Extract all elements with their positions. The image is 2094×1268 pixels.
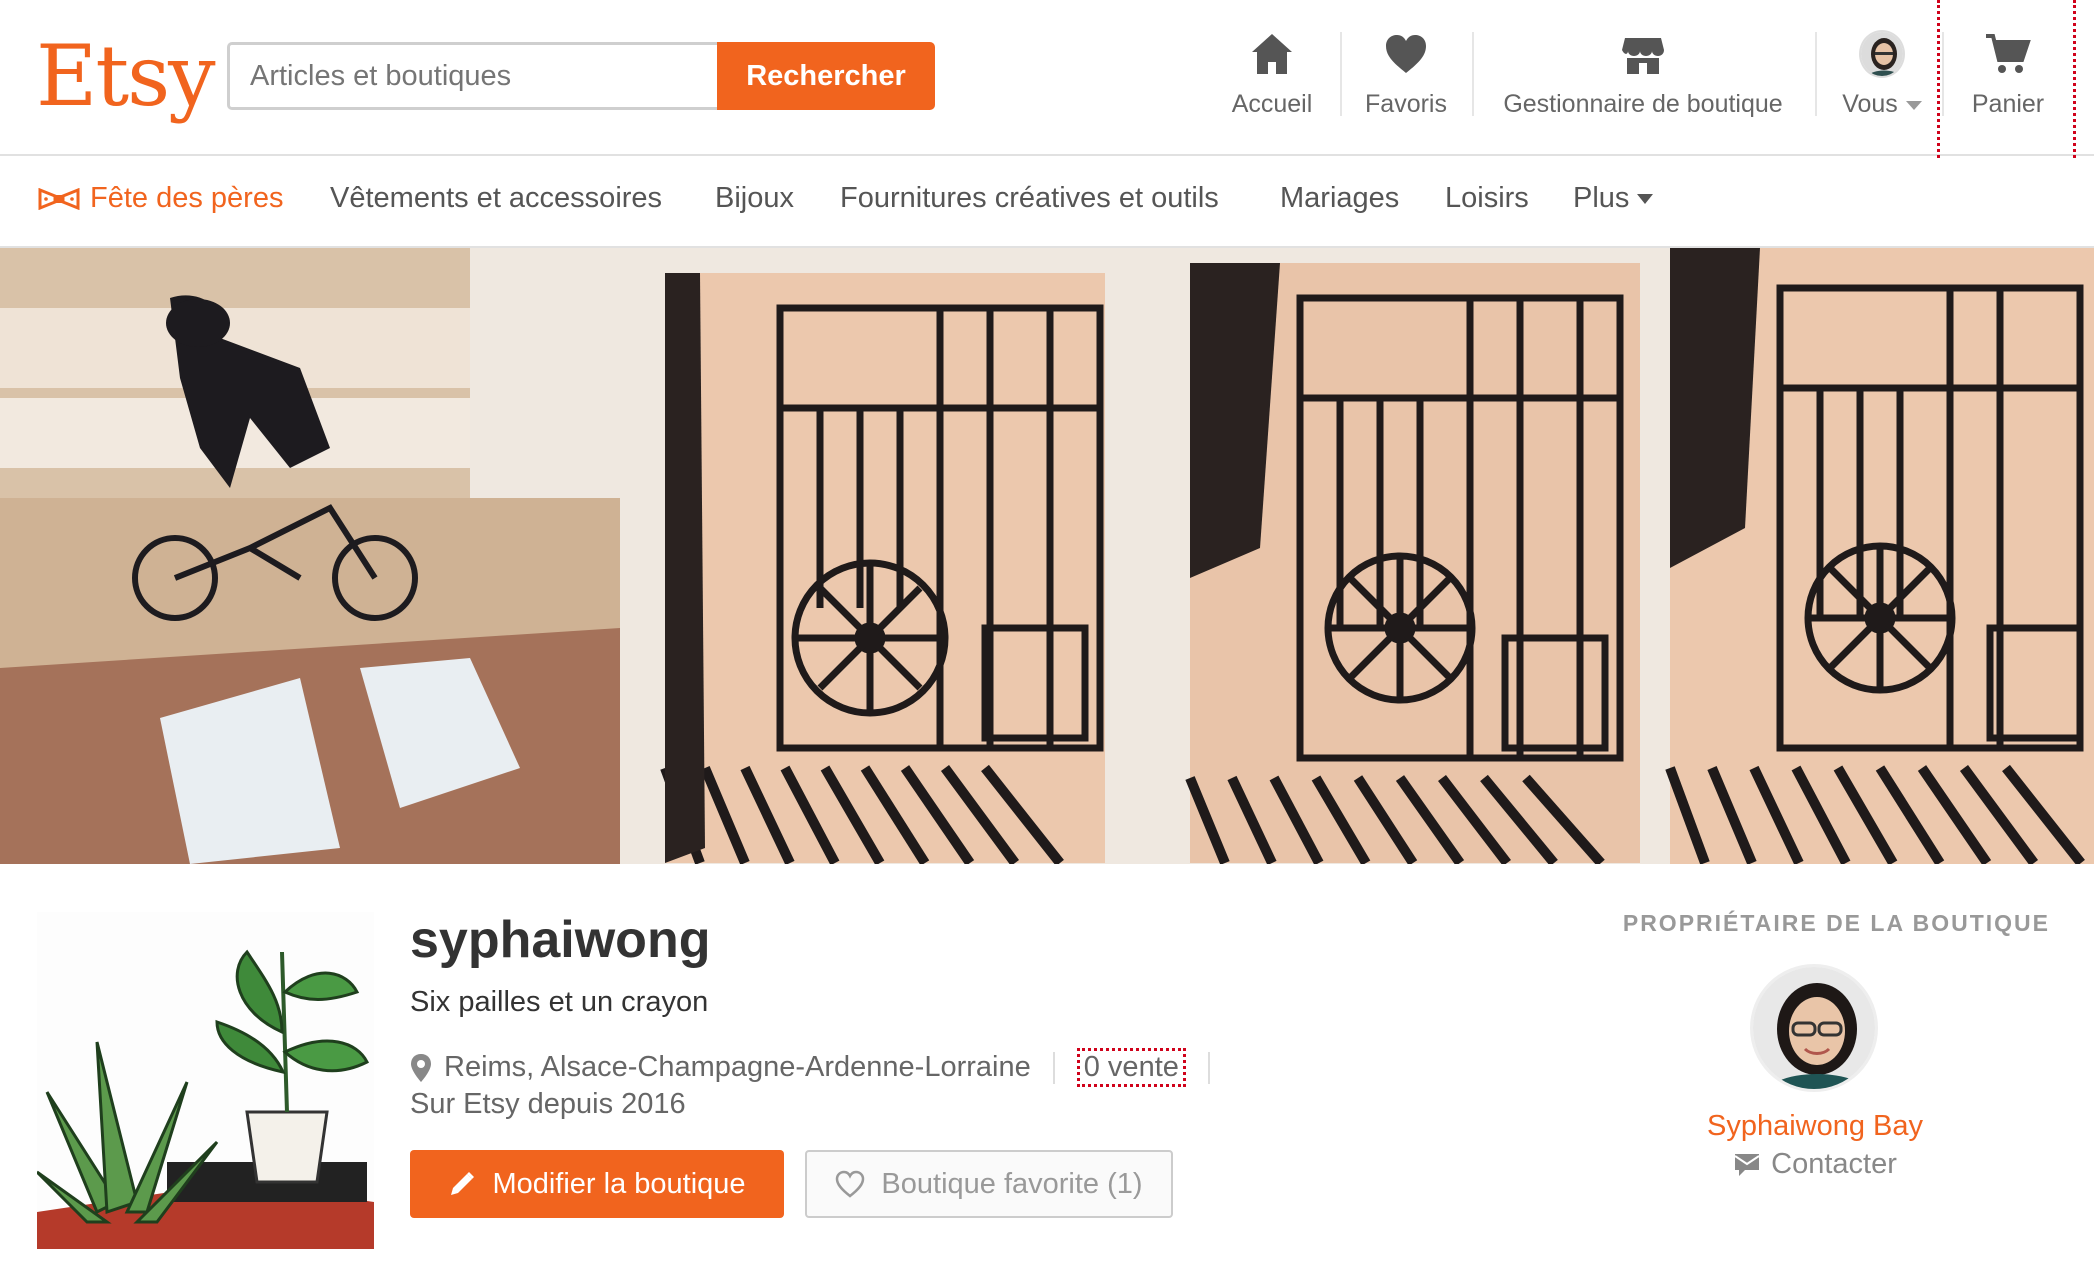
favorite-shop-button[interactable]: Boutique favorite (1) bbox=[805, 1150, 1173, 1218]
shop-icon-image[interactable] bbox=[37, 912, 374, 1249]
nav-cart[interactable]: Panier bbox=[1958, 30, 2058, 130]
bowtie-icon bbox=[38, 188, 80, 211]
site-header: Etsy Rechercher Accueil Favoris Gestionn… bbox=[0, 0, 2094, 156]
nav-divider bbox=[1942, 32, 1944, 116]
home-icon bbox=[1252, 34, 1292, 74]
nav-you[interactable]: Vous bbox=[1832, 30, 1932, 130]
meta-divider bbox=[1052, 1052, 1055, 1085]
shop-name: syphaiwong bbox=[410, 911, 711, 969]
category-fathers-day-label: Fête des pères bbox=[90, 182, 284, 214]
nav-shop-manager-label: Gestionnaire de boutique bbox=[1503, 90, 1783, 118]
owner-avatar[interactable] bbox=[1750, 964, 1878, 1092]
category-hobbies[interactable]: Loisirs bbox=[1445, 182, 1529, 215]
heart-outline-icon bbox=[836, 1170, 865, 1198]
category-fathers-day[interactable]: Fête des pères bbox=[38, 182, 283, 215]
owner-name-link[interactable]: Syphaiwong Bay bbox=[1600, 1110, 2030, 1143]
nav-favorites[interactable]: Favoris bbox=[1356, 30, 1456, 130]
owner-heading: PROPRIÉTAIRE DE LA BOUTIQUE bbox=[1622, 910, 2050, 936]
shop-tagline: Six pailles et un crayon bbox=[410, 986, 709, 1018]
chevron-down-icon bbox=[1905, 100, 1922, 110]
avatar bbox=[1859, 30, 1905, 78]
category-more-label: Plus bbox=[1573, 182, 1630, 214]
category-jewelry[interactable]: Bijoux bbox=[715, 182, 794, 215]
nav-divider bbox=[1815, 32, 1817, 116]
chevron-down-icon bbox=[1637, 194, 1654, 205]
contact-owner-link[interactable]: Contacter bbox=[1600, 1148, 2030, 1181]
shop-location: Reims, Alsace-Champagne-Ardenne-Lorraine bbox=[444, 1051, 1031, 1083]
pencil-icon bbox=[451, 1172, 475, 1195]
edit-shop-label: Modifier la boutique bbox=[492, 1167, 746, 1200]
nav-favorites-label: Favoris bbox=[1365, 90, 1447, 118]
contact-owner-label: Contacter bbox=[1771, 1148, 1897, 1180]
etsy-logo[interactable]: Etsy bbox=[36, 26, 216, 126]
nav-divider bbox=[1340, 32, 1342, 116]
store-icon bbox=[1622, 38, 1664, 74]
shop-meta-row: Reims, Alsace-Champagne-Ardenne-Lorraine… bbox=[410, 1048, 1232, 1087]
nav-divider bbox=[1472, 32, 1474, 116]
message-icon bbox=[1734, 1154, 1760, 1177]
location-pin-icon bbox=[411, 1054, 431, 1083]
meta-divider bbox=[1207, 1052, 1210, 1085]
nav-you-label: Vous bbox=[1842, 90, 1898, 118]
nav-home-label: Accueil bbox=[1231, 90, 1313, 118]
category-more[interactable]: Plus bbox=[1573, 182, 1654, 215]
cart-icon bbox=[1986, 34, 2031, 73]
nav-cart-label: Panier bbox=[1971, 90, 2045, 118]
category-weddings[interactable]: Mariages bbox=[1280, 182, 1399, 215]
sales-count-link[interactable]: 0 vente bbox=[1076, 1048, 1186, 1087]
nav-you-label-wrap: Vous bbox=[1832, 90, 1932, 119]
edit-shop-button[interactable]: Modifier la boutique bbox=[410, 1150, 784, 1218]
search-button[interactable]: Rechercher bbox=[717, 42, 935, 110]
search-input[interactable] bbox=[227, 42, 719, 110]
nav-home[interactable]: Accueil bbox=[1222, 30, 1322, 130]
favorite-shop-label: Boutique favorite (1) bbox=[881, 1167, 1143, 1200]
category-craft-supplies[interactable]: Fournitures créatives et outils bbox=[840, 182, 1219, 215]
shop-since: Sur Etsy depuis 2016 bbox=[410, 1088, 686, 1120]
category-clothing[interactable]: Vêtements et accessoires bbox=[330, 182, 662, 215]
category-bar: Fête des pères Vêtements et accessoires … bbox=[0, 158, 2094, 248]
shop-banner-image bbox=[0, 248, 2094, 864]
nav-shop-manager[interactable]: Gestionnaire de boutique bbox=[1490, 30, 1796, 130]
heart-icon bbox=[1386, 35, 1426, 73]
